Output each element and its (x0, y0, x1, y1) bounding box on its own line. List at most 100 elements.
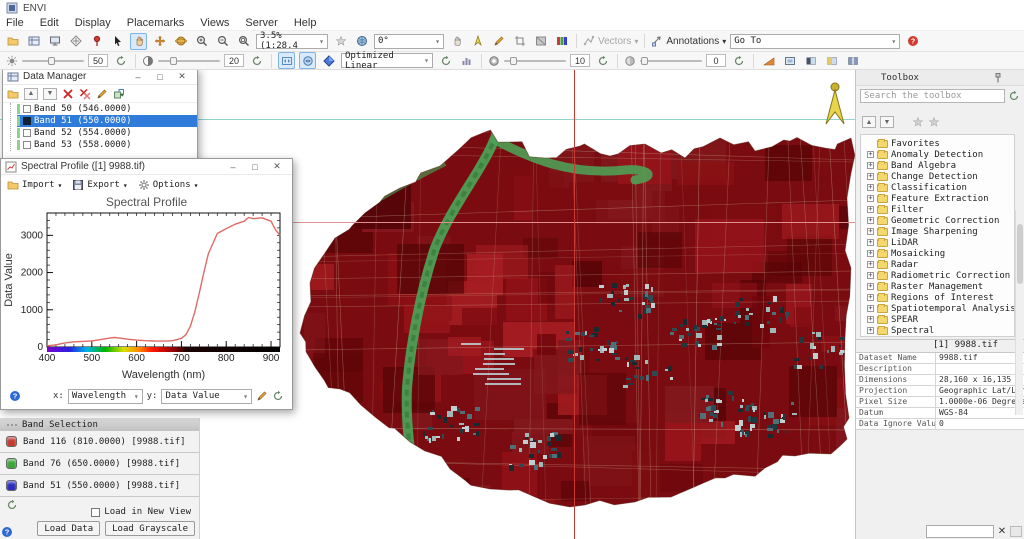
goto-combo[interactable]: Go To ▾ (730, 33, 901, 49)
blend-button[interactable] (823, 52, 840, 69)
rgb-button[interactable] (553, 33, 570, 50)
band-list-item[interactable]: Band 53 (558.0000) (17, 139, 197, 151)
flicker-button[interactable] (802, 52, 819, 69)
swipe-button[interactable] (844, 52, 861, 69)
toolbox-item-radar[interactable]: + Radar (867, 259, 1014, 270)
transparency-value[interactable]: 0 (706, 54, 726, 67)
zoom-in-button[interactable] (193, 33, 210, 50)
brightness-slider[interactable] (22, 56, 84, 66)
expand-icon[interactable]: + (867, 316, 874, 323)
menu-display[interactable]: Display (75, 17, 111, 29)
rotation-combo[interactable]: 0° ▾ (374, 33, 444, 49)
export-menu[interactable]: Export ▾ (72, 179, 128, 191)
portal-button[interactable] (781, 52, 798, 69)
edit-pencil-icon[interactable] (256, 390, 268, 402)
toolbox-item-anomaly-detection[interactable]: + Anomaly Detection (867, 149, 1014, 160)
help-icon[interactable]: ? (1, 526, 13, 538)
band-checkbox[interactable] (23, 105, 31, 113)
close-button[interactable]: ✕ (171, 70, 193, 84)
import-menu[interactable]: Import ▾ (7, 179, 62, 191)
north-up-button[interactable] (469, 33, 486, 50)
zoom-interp-button[interactable] (299, 52, 316, 69)
views-button[interactable] (46, 33, 63, 50)
expand-icon[interactable]: + (867, 173, 874, 180)
load-data-button[interactable]: Load Data (37, 521, 101, 536)
expand-icon[interactable]: + (867, 250, 874, 257)
brightness-reset-button[interactable] (112, 52, 129, 69)
toolbox-item-spectral[interactable]: + Spectral (867, 325, 1014, 336)
expand-icon[interactable]: + (867, 206, 874, 213)
load-in-new-view-checkbox[interactable] (91, 507, 101, 517)
refresh-icon[interactable] (272, 390, 284, 402)
export-icon[interactable] (113, 88, 125, 100)
toolbox-search-input[interactable]: Search the toolbox (860, 89, 1005, 103)
select-button[interactable] (109, 33, 126, 50)
collapse-tree-button[interactable]: ▲ (862, 116, 876, 128)
expand-icon[interactable]: + (867, 217, 874, 224)
zoom-level-combo[interactable]: 3.5% (1:28.4 ▾ (256, 31, 328, 51)
full-extent-button[interactable] (332, 33, 349, 50)
band-list-item[interactable]: Band 50 (546.0000) (17, 103, 197, 115)
help-icon[interactable]: ? (9, 390, 21, 402)
contrast-slider[interactable] (158, 56, 220, 66)
one-to-one-button[interactable] (353, 33, 370, 50)
satellite-image[interactable] (295, 118, 855, 510)
contrast-value[interactable]: 20 (224, 54, 244, 67)
open-file-icon[interactable] (7, 88, 19, 100)
load-in-new-view-option[interactable]: Load in New View (91, 507, 191, 517)
fly-button[interactable] (151, 33, 168, 50)
expand-icon[interactable]: + (867, 162, 874, 169)
zoom-out-button[interactable] (214, 33, 231, 50)
spectral-profile-titlebar[interactable]: Spectral Profile ([1] 9988.tif) – □ ✕ (1, 159, 292, 175)
options-menu[interactable]: Options ▾ (138, 179, 198, 191)
sharpen-value[interactable]: 10 (570, 54, 590, 67)
toolbox-item-raster-management[interactable]: + Raster Management (867, 281, 1014, 292)
band-checkbox[interactable] (23, 117, 31, 125)
expand-icon[interactable]: + (867, 272, 874, 279)
interpolation-button[interactable] (278, 52, 295, 69)
toolbox-item-spatiotemporal-analysis[interactable]: + Spatiotemporal Analysis (867, 303, 1014, 314)
close-all-files-icon[interactable] (79, 88, 91, 100)
close-file-icon[interactable] (62, 88, 74, 100)
collapse-all-button[interactable]: ▲ (24, 87, 38, 100)
minimize-button[interactable]: – (127, 70, 149, 84)
toolbox-item-band-algebra[interactable]: + Band Algebra (867, 160, 1014, 171)
expand-icon[interactable]: + (867, 283, 874, 290)
toolbox-item-radiometric-correction[interactable]: + Radiometric Correction (867, 270, 1014, 281)
expand-icon[interactable]: + (867, 228, 874, 235)
toolbox-item-change-detection[interactable]: + Change Detection (867, 171, 1014, 182)
expand-icon[interactable]: + (867, 239, 874, 246)
crosshair-button[interactable] (67, 33, 84, 50)
toolbox-header[interactable]: Toolbox (856, 70, 1024, 86)
status-field[interactable] (926, 524, 994, 538)
menu-help[interactable]: Help (294, 17, 317, 29)
close-button[interactable]: ✕ (266, 160, 288, 174)
annotation-edit-button[interactable] (490, 33, 507, 50)
toolbox-scrollbar[interactable] (1015, 210, 1023, 415)
contrast-reset-button[interactable] (248, 52, 265, 69)
selected-band-row[interactable]: Band 116 (810.0000) [9988.tif] (0, 431, 199, 453)
stretch-combo[interactable]: Optimized Linear ▾ (341, 51, 433, 71)
rotate-free-button[interactable] (448, 33, 465, 50)
data-manager-button[interactable] (25, 33, 42, 50)
toolbox-item-lidar[interactable]: + LiDAR (867, 237, 1014, 248)
toolbox-item-favorites[interactable]: +Favorites (867, 138, 1014, 149)
orbit-button[interactable] (172, 33, 189, 50)
histogram-button[interactable] (458, 52, 475, 69)
vectors-dropdown[interactable]: Vectors ▾ (583, 35, 638, 47)
expand-tree-button[interactable]: ▼ (880, 116, 894, 128)
expand-icon[interactable]: + (867, 294, 874, 301)
expand-icon[interactable]: + (867, 151, 874, 158)
y-axis-combo[interactable]: Data Value ▾ (161, 388, 252, 404)
menu-server[interactable]: Server (245, 17, 277, 29)
toolbox-item-spear[interactable]: + SPEAR (867, 314, 1014, 325)
crop-button[interactable] (511, 33, 528, 50)
band-checkbox[interactable] (23, 141, 31, 149)
selected-band-row[interactable]: Band 51 (550.0000) [9988.tif] (0, 475, 199, 497)
maximize-button[interactable]: □ (149, 70, 171, 84)
annotations-dropdown[interactable]: Annotations ▾ (651, 35, 726, 47)
sharpen-slider[interactable] (504, 56, 566, 66)
toolbox-item-feature-extraction[interactable]: + Feature Extraction (867, 193, 1014, 204)
image-view[interactable]: Data Manager – □ ✕ ▲ ▼ Band 50 (546.0000… (0, 70, 855, 539)
expand-icon[interactable]: + (867, 305, 874, 312)
